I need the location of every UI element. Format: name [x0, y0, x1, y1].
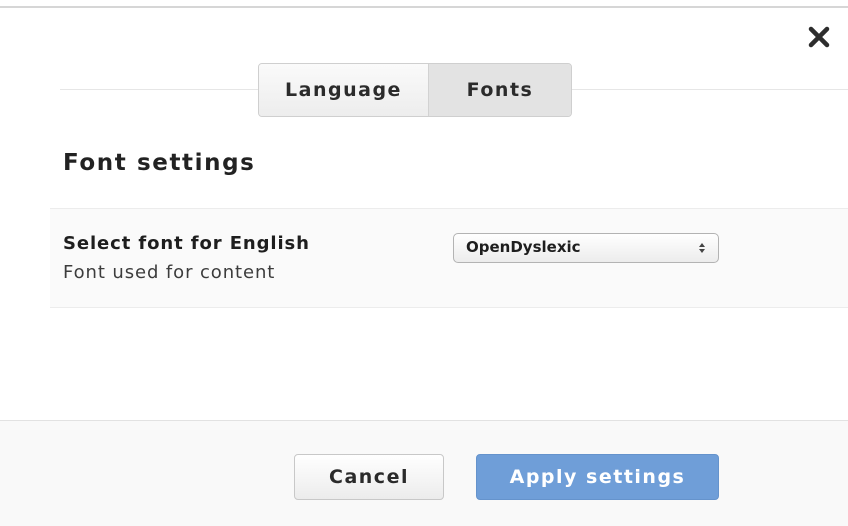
apply-settings-button[interactable]: Apply settings [476, 454, 719, 500]
tab-language[interactable]: Language [259, 64, 429, 116]
close-button[interactable] [802, 20, 836, 54]
setting-description: Font used for content [63, 262, 276, 283]
tab-fonts[interactable]: Fonts [429, 64, 571, 116]
font-setting-row: Select font for English Font used for co… [50, 208, 848, 308]
close-icon [808, 26, 830, 48]
section-title: Font settings [63, 150, 256, 176]
select-arrows-icon [698, 241, 706, 255]
font-select-value: OpenDyslexic [466, 238, 581, 256]
font-select[interactable]: OpenDyslexic [453, 233, 719, 263]
setting-label: Select font for English [63, 233, 310, 254]
settings-tabs: Language Fonts [258, 63, 572, 117]
cancel-button[interactable]: Cancel [294, 454, 444, 500]
dialog-top-border [0, 6, 848, 8]
dialog-footer: Cancel Apply settings [0, 421, 848, 526]
